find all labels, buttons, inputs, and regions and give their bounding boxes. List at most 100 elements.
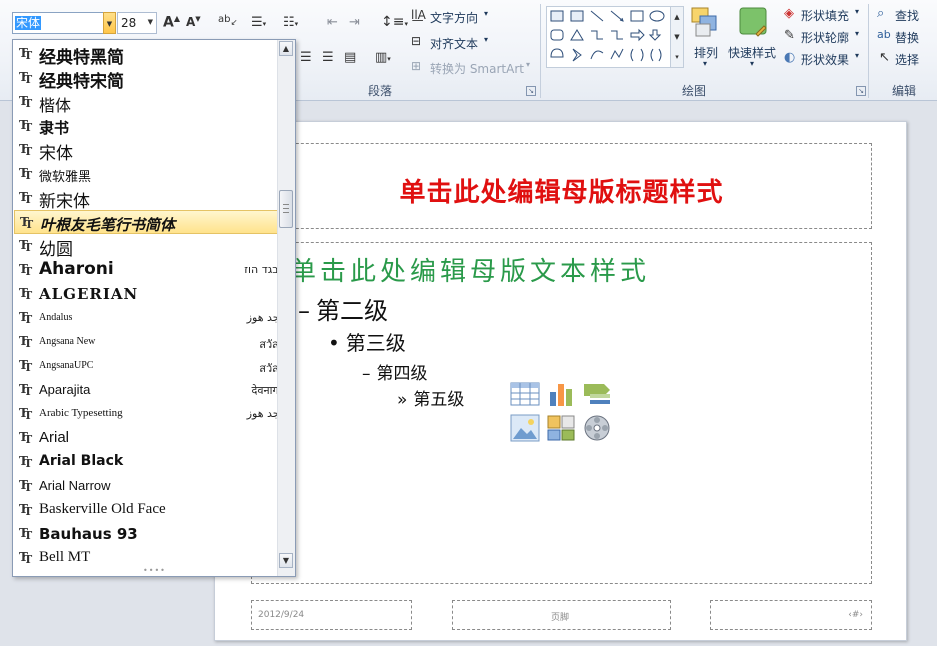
shape-fill-icon[interactable]: ◈	[784, 6, 794, 21]
shape-effects-button[interactable]: 形状效果	[801, 51, 849, 68]
font-list-item[interactable]: T T 新宋体	[14, 186, 278, 212]
font-list-item[interactable]: T T Andalus أيجد هوز	[14, 306, 286, 330]
shape-effects-icon[interactable]: ◐	[784, 50, 795, 65]
paragraph-dialog-launcher-icon[interactable]: ↘	[526, 86, 536, 96]
text-level-3[interactable]: • 第三级	[328, 327, 406, 356]
insert-media-icon[interactable]	[582, 414, 612, 442]
group-label-editing: 编辑	[892, 84, 917, 98]
font-list-item[interactable]: T T 宋体	[14, 138, 278, 164]
footer-placeholder[interactable]: 页脚	[452, 600, 671, 630]
font-list-item[interactable]: T T Aparajita देवनागरी	[14, 378, 286, 402]
bullets-icon[interactable]: ☰▾	[251, 15, 266, 30]
font-size-combobox[interactable]: 28 ▼	[117, 12, 157, 34]
chevron-down-icon[interactable]: ▾	[526, 60, 530, 69]
text-direction-button[interactable]: 文字方向	[430, 9, 478, 26]
font-list-item[interactable]: T T Baskerville Old Face	[14, 498, 278, 522]
font-list-item[interactable]: T T 微软雅黑	[14, 162, 278, 186]
font-list-item-label: Arial Black	[39, 453, 124, 469]
font-list-item[interactable]: T T 隶书	[14, 114, 278, 138]
text-level-4[interactable]: – 第四级	[362, 359, 428, 384]
font-list-scrollbar[interactable]: ▲ ▼	[277, 40, 295, 576]
font-list-item[interactable]: T T Bauhaus 93	[14, 522, 278, 546]
grow-font-icon[interactable]: A▲	[163, 14, 180, 31]
chevron-down-icon[interactable]: ▾	[855, 51, 859, 60]
shapes-gallery-scroll[interactable]: ▲ ▼ ▾	[670, 6, 684, 68]
scroll-thumb[interactable]	[279, 190, 293, 228]
insert-table-icon[interactable]	[510, 380, 540, 408]
insert-chart-icon[interactable]	[546, 380, 576, 408]
resize-grip-icon[interactable]: ••••	[143, 566, 166, 575]
text-level-1[interactable]: 单击此处编辑母版文本样式	[290, 251, 650, 288]
justify-icon[interactable]: ▤	[344, 50, 356, 65]
insert-picture-icon[interactable]	[510, 414, 540, 442]
decrease-indent-icon[interactable]: ⇤	[327, 15, 338, 30]
font-list-item[interactable]: T T ALGERIAN	[14, 282, 278, 306]
replace-button[interactable]: 替换	[895, 29, 919, 46]
shapes-gallery-icons[interactable]	[547, 7, 671, 67]
columns-icon[interactable]: ▥▾	[375, 50, 391, 65]
text-level-2[interactable]: – 第二级	[298, 291, 388, 326]
chevron-down-icon[interactable]: ▾	[703, 59, 707, 68]
font-list-item[interactable]: T T Arial Narrow	[14, 474, 278, 498]
select-arrow-icon[interactable]: ↖	[879, 50, 890, 65]
text-direction-icon[interactable]: ll͟A	[411, 8, 426, 22]
font-list-item[interactable]: T T Aharoni אבגד הוז	[14, 258, 286, 282]
chevron-down-icon[interactable]: ▾	[750, 59, 754, 68]
font-list-item[interactable]: T T 经典特宋简	[14, 66, 278, 92]
align-text-button[interactable]: 对齐文本	[430, 35, 478, 52]
quick-styles-icon[interactable]	[738, 6, 768, 41]
title-text[interactable]: 单击此处编辑母版标题样式	[252, 172, 871, 209]
shape-outline-icon[interactable]: ✎	[784, 28, 795, 43]
font-list-item[interactable]: T T 楷体	[14, 90, 278, 115]
font-list-item[interactable]: T T Angsana New สวัสดี	[14, 330, 286, 354]
font-name-dropdown-button[interactable]: ▼	[103, 12, 116, 34]
chevron-down-icon[interactable]: ▼	[148, 18, 153, 26]
shape-fill-button[interactable]: 形状填充	[801, 7, 849, 24]
slide-number: ‹#›	[848, 610, 863, 620]
chevron-down-icon[interactable]: ▾	[855, 7, 859, 16]
align-text-icon[interactable]: ⊟	[411, 34, 421, 48]
date-placeholder[interactable]: 2012/9/24	[251, 600, 412, 630]
font-list-item[interactable]: T T Arial	[14, 426, 278, 450]
title-placeholder[interactable]: 单击此处编辑母版标题样式	[251, 143, 872, 229]
font-list-item[interactable]: T T 叶根友毛笔行书简体	[14, 210, 278, 234]
truetype-icon: TT	[20, 215, 34, 231]
arrange-icon[interactable]	[690, 6, 720, 41]
find-button[interactable]: 查找	[895, 7, 919, 24]
shrink-font-icon[interactable]: A▼	[186, 15, 201, 29]
chevron-down-icon[interactable]: ▾	[484, 35, 488, 44]
font-name-value[interactable]: 宋体	[15, 16, 42, 30]
font-list-item[interactable]: T T Arabic Typesetting أيجد هوز	[14, 402, 286, 426]
insert-clipart-icon[interactable]	[546, 414, 576, 442]
smartart-icon[interactable]: ⊞	[411, 59, 421, 73]
align-center-icon[interactable]: ☰	[300, 50, 312, 65]
shape-outline-button[interactable]: 形状轮廓	[801, 29, 849, 46]
slide-number-placeholder[interactable]: ‹#›	[710, 600, 872, 630]
select-button[interactable]: 选择	[895, 51, 919, 68]
insert-smartart-icon[interactable]	[582, 380, 612, 408]
drawing-dialog-launcher-icon[interactable]: ↘	[856, 86, 866, 96]
align-right-icon[interactable]: ☰	[322, 50, 334, 65]
font-list-item[interactable]: T T Arial Black	[14, 450, 278, 474]
text-level-5[interactable]: » 第五级	[397, 385, 464, 410]
shapes-gallery[interactable]	[546, 6, 672, 68]
font-list-item[interactable]: T T 经典特黑简	[14, 42, 278, 68]
scroll-down-icon[interactable]: ▼	[279, 553, 293, 568]
chevron-down-icon[interactable]: ▾	[855, 29, 859, 38]
find-icon[interactable]: ⌕	[877, 6, 884, 21]
body-placeholder[interactable]: 单击此处编辑母版文本样式 – 第二级 • 第三级 – 第四级 » 第五级	[251, 242, 872, 584]
font-list-item[interactable]: T T AngsanaUPC สวัสดี	[14, 354, 286, 378]
font-size-value[interactable]: 28	[121, 16, 136, 30]
numbering-icon[interactable]: ☷▾	[283, 15, 298, 30]
font-list-item[interactable]: T T 幼圆	[14, 234, 278, 260]
font-name-combobox[interactable]: 宋体	[12, 12, 104, 34]
increase-indent-icon[interactable]: ⇥	[349, 15, 360, 30]
line-spacing-icon[interactable]: ↕≡▾	[381, 14, 408, 30]
convert-smartart-button[interactable]: 转换为 SmartArt	[430, 60, 524, 77]
clear-formatting-icon[interactable]: ab↙	[218, 14, 237, 27]
scroll-up-icon[interactable]: ▲	[279, 41, 293, 56]
font-list-item-label: 宋体	[39, 144, 73, 164]
replace-icon[interactable]: ab	[877, 28, 891, 41]
font-dropdown-list[interactable]: T T 经典特黑简 T T 经典特宋简 T T 楷体 T T 隶书 T T 宋体 T T 微软雅黑 T T 新宋体 T T 叶…	[12, 39, 296, 577]
chevron-down-icon[interactable]: ▾	[484, 9, 488, 18]
